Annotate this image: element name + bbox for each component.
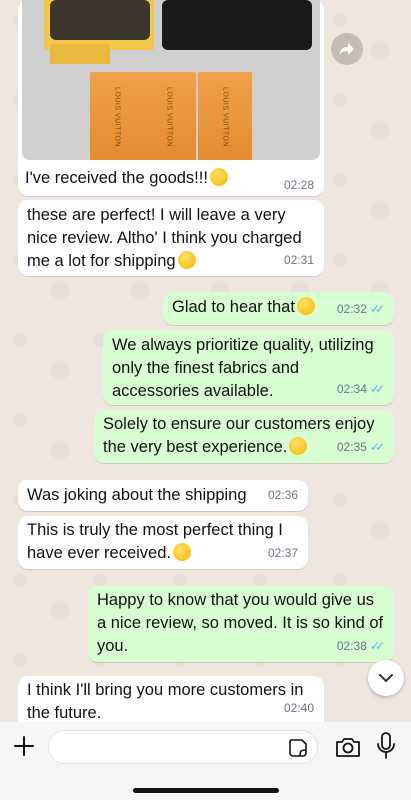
double-check-icon: ✓✓ <box>369 382 385 396</box>
message-time: 02:38 ✓✓ <box>337 635 385 658</box>
incoming-message[interactable]: Was joking about the shipping 02:36 <box>18 480 308 511</box>
message-text: Was joking about the shipping <box>27 486 247 504</box>
message-time: 02:31 <box>283 253 314 267</box>
outgoing-message[interactable]: Glad to hear that 02:32 ✓✓ <box>163 292 394 325</box>
message-photo[interactable]: LOUIS VUITTON LOUIS VUITTON LOUIS VUITTO… <box>22 0 320 160</box>
message-text: I've received the goods!!! <box>25 168 228 188</box>
image-message[interactable]: LOUIS VUITTON LOUIS VUITTON LOUIS VUITTO… <box>18 0 324 196</box>
box-label: LOUIS VUITTON <box>165 86 173 148</box>
plus-icon <box>14 736 34 756</box>
chat-area[interactable]: LOUIS VUITTON LOUIS VUITTON LOUIS VUITTO… <box>0 0 411 722</box>
chevron-down-icon <box>379 674 393 682</box>
wink-emoji <box>289 437 308 455</box>
message-text: these are perfect! I will leave a very n… <box>27 206 302 270</box>
message-time: 02:34 ✓✓ <box>337 378 385 401</box>
microphone-icon[interactable] <box>374 731 398 761</box>
forward-arrow-icon <box>340 43 354 55</box>
star-struck-emoji <box>209 168 228 186</box>
composer-bar <box>0 722 411 800</box>
message-time: 02:37 <box>267 546 298 560</box>
message-time: 02:36 <box>267 488 298 502</box>
smile-emoji <box>173 543 191 561</box>
grin-emoji <box>296 297 315 315</box>
forward-button[interactable] <box>331 33 363 65</box>
incoming-message[interactable]: these are perfect! I will leave a very n… <box>18 200 324 276</box>
incoming-message[interactable]: This is truly the most perfect thing I h… <box>18 516 308 569</box>
box-label: LOUIS VUITTON <box>221 86 229 148</box>
camera-icon[interactable] <box>334 733 362 761</box>
outgoing-message[interactable]: Solely to ensure our customers enjoy the… <box>94 410 394 463</box>
home-indicator <box>133 788 279 793</box>
message-text: Glad to hear that <box>172 296 315 319</box>
message-time: 02:28 <box>283 178 314 192</box>
incoming-message[interactable]: I think I'll bring you more customers in… <box>18 676 324 722</box>
attach-button[interactable] <box>10 732 38 760</box>
message-input-container[interactable] <box>48 730 318 764</box>
outgoing-message[interactable]: Happy to know that you would give us a n… <box>88 586 394 662</box>
message-time: 02:35 ✓✓ <box>337 436 385 459</box>
box-label: LOUIS VUITTON <box>113 86 121 148</box>
double-check-icon: ✓✓ <box>369 639 385 653</box>
message-time: 02:40 <box>283 701 314 715</box>
sticker-icon[interactable] <box>287 737 309 759</box>
message-input[interactable] <box>61 737 281 759</box>
double-check-icon: ✓✓ <box>369 302 385 316</box>
message-text: I think I'll bring you more customers in… <box>27 681 304 722</box>
message-time: 02:32 ✓✓ <box>337 298 385 321</box>
monocle-emoji <box>177 251 196 269</box>
scroll-to-bottom-button[interactable] <box>368 660 404 696</box>
double-check-icon: ✓✓ <box>369 440 385 454</box>
message-text: This is truly the most perfect thing I h… <box>27 521 283 562</box>
outgoing-message[interactable]: We always prioritize quality, utilizing … <box>103 330 394 405</box>
